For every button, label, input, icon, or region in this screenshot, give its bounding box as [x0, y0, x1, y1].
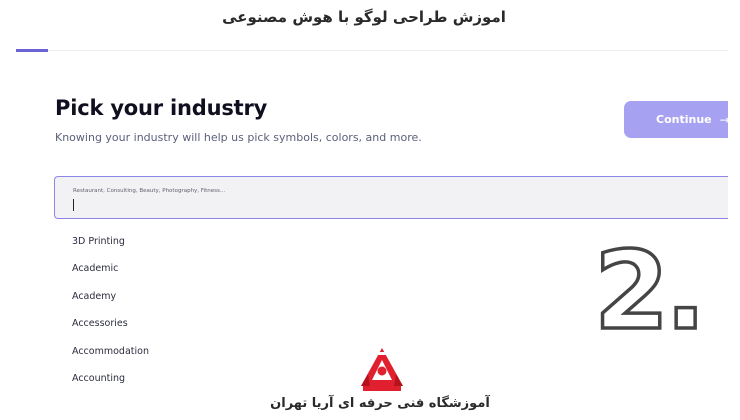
- page-subtitle: Knowing your industry will help us pick …: [55, 131, 422, 144]
- industry-option[interactable]: 3D Printing: [72, 228, 149, 255]
- industry-option[interactable]: Academy: [72, 283, 149, 310]
- industry-option[interactable]: Accommodation: [72, 338, 149, 365]
- industry-option[interactable]: Accounting: [72, 365, 149, 392]
- industry-option[interactable]: Academic: [72, 255, 149, 282]
- arrow-right-icon: →: [719, 112, 730, 127]
- text-caret: [73, 199, 74, 211]
- industry-options-list: 3D Printing Academic Academy Accessories Acc…: [72, 228, 149, 392]
- progress-track: [16, 50, 728, 51]
- continue-button[interactable]: Continue →: [624, 101, 730, 138]
- industry-search-field[interactable]: Restaurant, Consulting, Beauty, Photogra…: [54, 176, 728, 219]
- video-title-banner: اموزش طراحی لوگو با هوش مصنوعی: [222, 8, 506, 26]
- continue-button-label: Continue: [656, 113, 712, 126]
- progress-bar: [16, 49, 49, 52]
- step-number-overlay: 2.: [592, 229, 708, 354]
- industry-search-placeholder: Restaurant, Consulting, Beauty, Photogra…: [73, 188, 226, 194]
- page-title: Pick your industry: [55, 96, 268, 120]
- school-name-caption: آموزشگاه فنی حرفه ای آریا تهران: [270, 396, 490, 411]
- industry-option[interactable]: Accessories: [72, 310, 149, 337]
- aria-academy-logo: [361, 348, 403, 391]
